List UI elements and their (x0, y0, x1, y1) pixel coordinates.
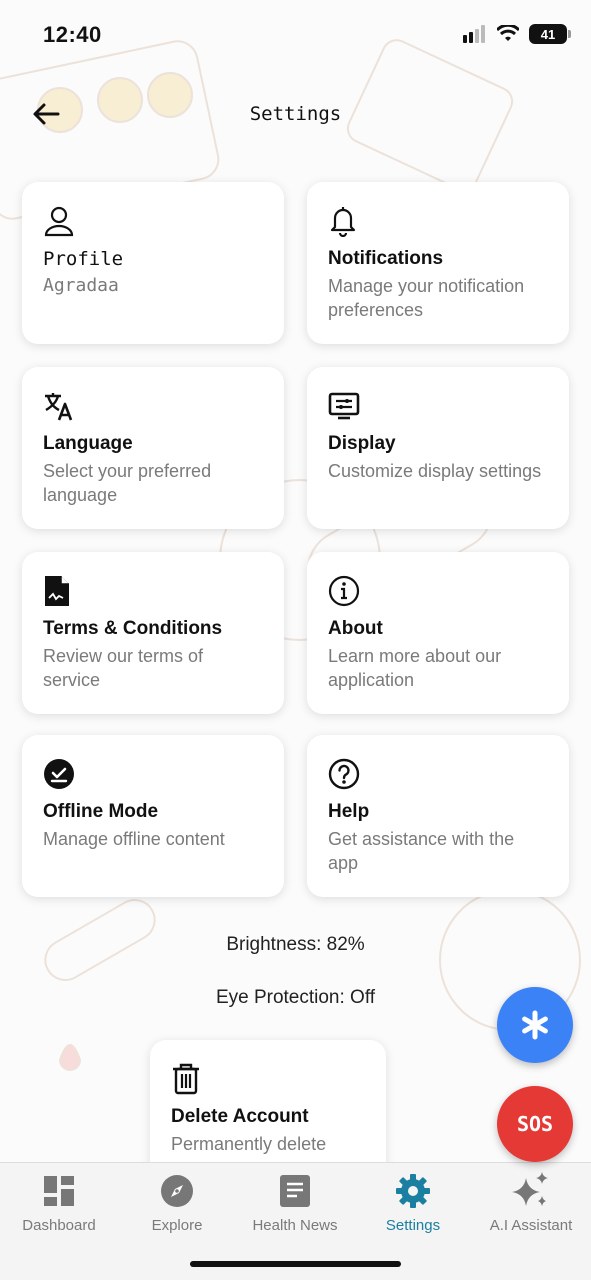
display-icon (328, 389, 362, 423)
nav-label: Dashboard (22, 1217, 96, 1234)
card-title: Terms & Conditions (43, 618, 223, 639)
card-description: Review our terms of service (43, 646, 204, 690)
terms-card[interactable]: Terms & Conditions Review our terms of s… (22, 552, 284, 714)
card-title: Delete Account (171, 1106, 309, 1127)
help-icon (328, 757, 362, 791)
card-title: Help (328, 801, 370, 822)
page-title: Settings (249, 103, 342, 125)
translate-icon (43, 389, 77, 423)
nav-label: Health News (252, 1217, 338, 1234)
nav-label: Explore (151, 1217, 203, 1234)
info-icon (328, 574, 362, 608)
help-card[interactable]: Help Get assistance with the app (307, 735, 569, 897)
person-icon (43, 204, 77, 238)
nav-explore[interactable]: Explore (118, 1171, 236, 1234)
nav-label: Settings (385, 1217, 441, 1234)
news-icon (236, 1171, 354, 1211)
asterisk-icon (522, 1010, 548, 1040)
status-time: 12:40 (43, 22, 102, 47)
card-description: Learn more about our application (328, 646, 502, 690)
language-card[interactable]: Language Select your preferred language (22, 367, 284, 529)
gear-icon (354, 1171, 472, 1211)
card-description: Agradaa (43, 275, 119, 296)
nav-health-news[interactable]: Health News (236, 1171, 354, 1234)
card-description: Get assistance with the app (328, 829, 515, 873)
card-title: Notifications (328, 248, 444, 269)
notifications-card[interactable]: Notifications Manage your notification p… (307, 182, 569, 344)
document-icon (43, 574, 77, 608)
nav-ai-assistant[interactable]: A.I Assistant (472, 1171, 590, 1234)
sos-button[interactable]: SOS (497, 1086, 573, 1162)
about-card[interactable]: About Learn more about our application (307, 552, 569, 714)
nav-settings[interactable]: Settings (354, 1171, 472, 1234)
card-description: Select your preferred language (43, 461, 212, 505)
brightness-text: Brightness: 82% (226, 934, 365, 955)
bell-icon (328, 204, 362, 238)
nav-dashboard[interactable]: Dashboard (0, 1171, 118, 1234)
card-description: Permanently delete (171, 1134, 327, 1154)
header: Settings (0, 90, 591, 140)
status-bar: 12:40 41 (0, 0, 591, 70)
compass-icon (118, 1171, 236, 1211)
display-card[interactable]: Display Customize display settings (307, 367, 569, 529)
wifi-icon (497, 25, 519, 41)
trash-icon (171, 1062, 205, 1096)
battery-icon: 41 (529, 24, 571, 44)
dashboard-icon (0, 1171, 118, 1211)
card-title: Profile (43, 248, 124, 270)
signal-icon (463, 25, 485, 43)
card-description: Customize display settings (328, 461, 542, 481)
home-indicator (190, 1261, 401, 1267)
ai-assistant-fab[interactable] (497, 987, 573, 1063)
card-title: Display (328, 433, 396, 454)
nav-label: A.I Assistant (489, 1217, 573, 1234)
offline-mode-card[interactable]: Offline Mode Manage offline content (22, 735, 284, 897)
card-title: Language (43, 433, 133, 454)
sparkle-icon (472, 1171, 590, 1211)
card-description: Manage your notification preferences (328, 276, 525, 320)
profile-card[interactable]: Profile Agradaa (22, 182, 284, 344)
offline-icon (43, 757, 77, 791)
status-icons: 41 (463, 24, 571, 44)
card-description: Manage offline content (43, 829, 225, 849)
card-title: About (328, 618, 383, 639)
card-title: Offline Mode (43, 801, 159, 822)
